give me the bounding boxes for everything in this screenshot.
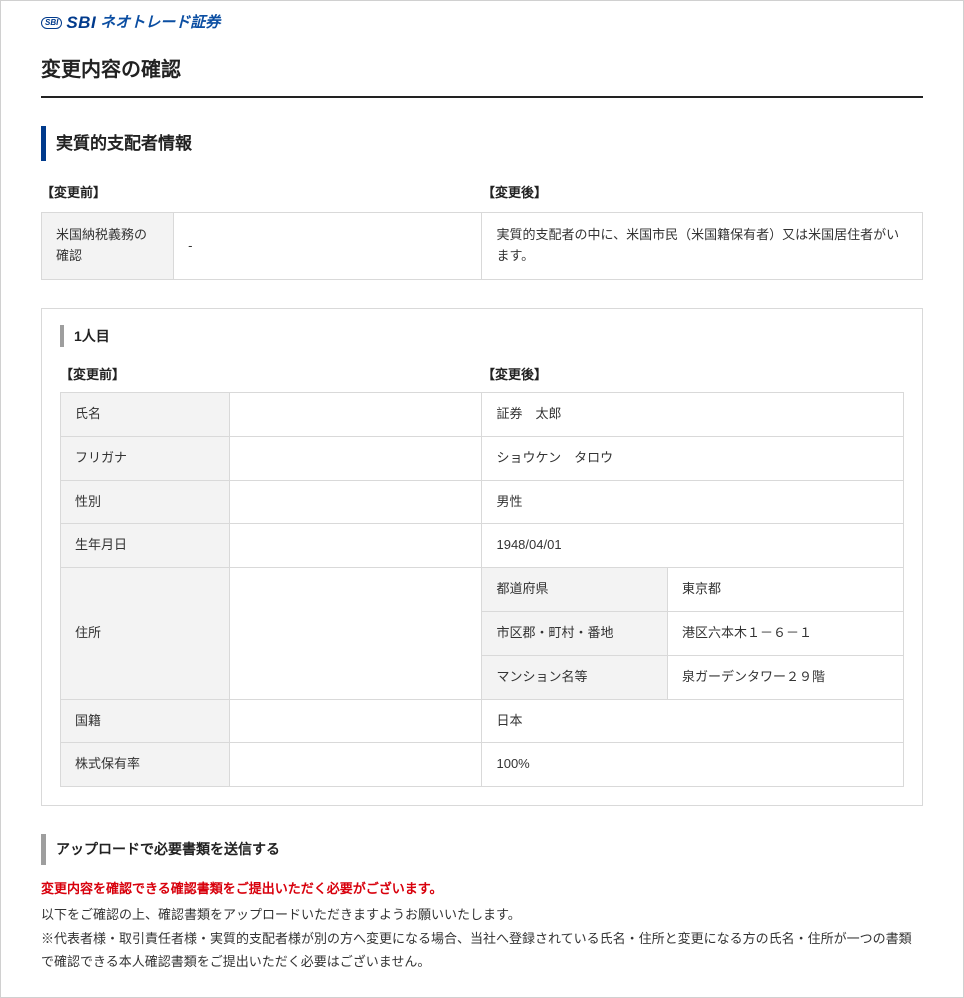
address-pref-value: 東京都 [667, 568, 903, 612]
table-row: 国籍 日本 [61, 699, 904, 743]
row-label: 氏名 [61, 392, 230, 436]
upload-notice-line2: ※代表者様・取引責任者様・実質的支配者様が別の方へ変更になる場合、当社へ登録され… [41, 927, 923, 974]
us-tax-label: 米国納税義務の確認 [42, 213, 174, 280]
us-tax-table: 米国納税義務の確認 - 実質的支配者の中に、米国市民（米国籍保有者）又は米国居住… [41, 212, 923, 280]
address-bldg-label: マンション名等 [482, 655, 667, 699]
row-before [229, 568, 482, 699]
address-city-value: 港区六本木１－６－１ [667, 611, 903, 655]
row-label: 性別 [61, 480, 230, 524]
row-after: 男性 [482, 480, 904, 524]
table-row: 米国納税義務の確認 - 実質的支配者の中に、米国市民（米国籍保有者）又は米国居住… [42, 213, 923, 280]
row-after: 日本 [482, 699, 904, 743]
row-after: 100% [482, 743, 904, 787]
row-label: 国籍 [61, 699, 230, 743]
title-divider [41, 96, 923, 98]
address-city-label: 市区郡・町村・番地 [482, 611, 667, 655]
address-bldg-value: 泉ガーデンタワー２９階 [667, 655, 903, 699]
before-after-header: 【変更前】 【変更後】 [41, 183, 923, 204]
upload-section-title: アップロードで必要書類を送信する [41, 834, 923, 864]
table-row: 住所 都道府県 東京都 [61, 568, 904, 612]
row-label: フリガナ [61, 436, 230, 480]
row-before [229, 436, 482, 480]
row-before [229, 743, 482, 787]
logo-sbi-text: SBI [66, 9, 96, 36]
row-label: 株式保有率 [61, 743, 230, 787]
section-title: 実質的支配者情報 [41, 126, 923, 161]
row-before [229, 699, 482, 743]
row-before [229, 392, 482, 436]
row-label: 生年月日 [61, 524, 230, 568]
after-label: 【変更後】 [482, 183, 923, 204]
upload-notice-red: 変更内容を確認できる確認書類をご提出いただく必要がございます。 [41, 879, 923, 900]
upload-notice-line1: 以下をご確認の上、確認書類をアップロードいただきますようお願いいたします。 [41, 903, 923, 926]
row-after: ショウケン タロウ [482, 436, 904, 480]
table-row: フリガナ ショウケン タロウ [61, 436, 904, 480]
logo: SBI SBI ネオトレード証券 [41, 9, 923, 36]
row-before [229, 524, 482, 568]
person-before-after-header: 【変更前】 【変更後】 [60, 365, 904, 386]
logo-mark-icon: SBI [41, 17, 62, 29]
before-label: 【変更前】 [41, 183, 482, 204]
table-row: 性別 男性 [61, 480, 904, 524]
page-title: 変更内容の確認 [41, 54, 923, 86]
person-detail-table: 氏名 証券 太郎 フリガナ ショウケン タロウ 性別 男性 生年月日 [60, 392, 904, 787]
address-pref-label: 都道府県 [482, 568, 667, 612]
us-tax-after: 実質的支配者の中に、米国市民（米国籍保有者）又は米国居住者がいます。 [482, 213, 923, 280]
table-row: 株式保有率 100% [61, 743, 904, 787]
row-label: 住所 [61, 568, 230, 699]
before-label: 【変更前】 [60, 365, 482, 386]
after-label: 【変更後】 [482, 365, 904, 386]
person-label: 1人目 [60, 325, 904, 347]
row-after: 1948/04/01 [482, 524, 904, 568]
table-row: 氏名 証券 太郎 [61, 392, 904, 436]
row-before [229, 480, 482, 524]
person-block: 1人目 【変更前】 【変更後】 氏名 証券 太郎 フリガナ ショウケン タロウ … [41, 308, 923, 806]
table-row: 生年月日 1948/04/01 [61, 524, 904, 568]
logo-ja-text: ネオトレード証券 [100, 11, 220, 35]
us-tax-before: - [174, 213, 482, 280]
row-after: 証券 太郎 [482, 392, 904, 436]
